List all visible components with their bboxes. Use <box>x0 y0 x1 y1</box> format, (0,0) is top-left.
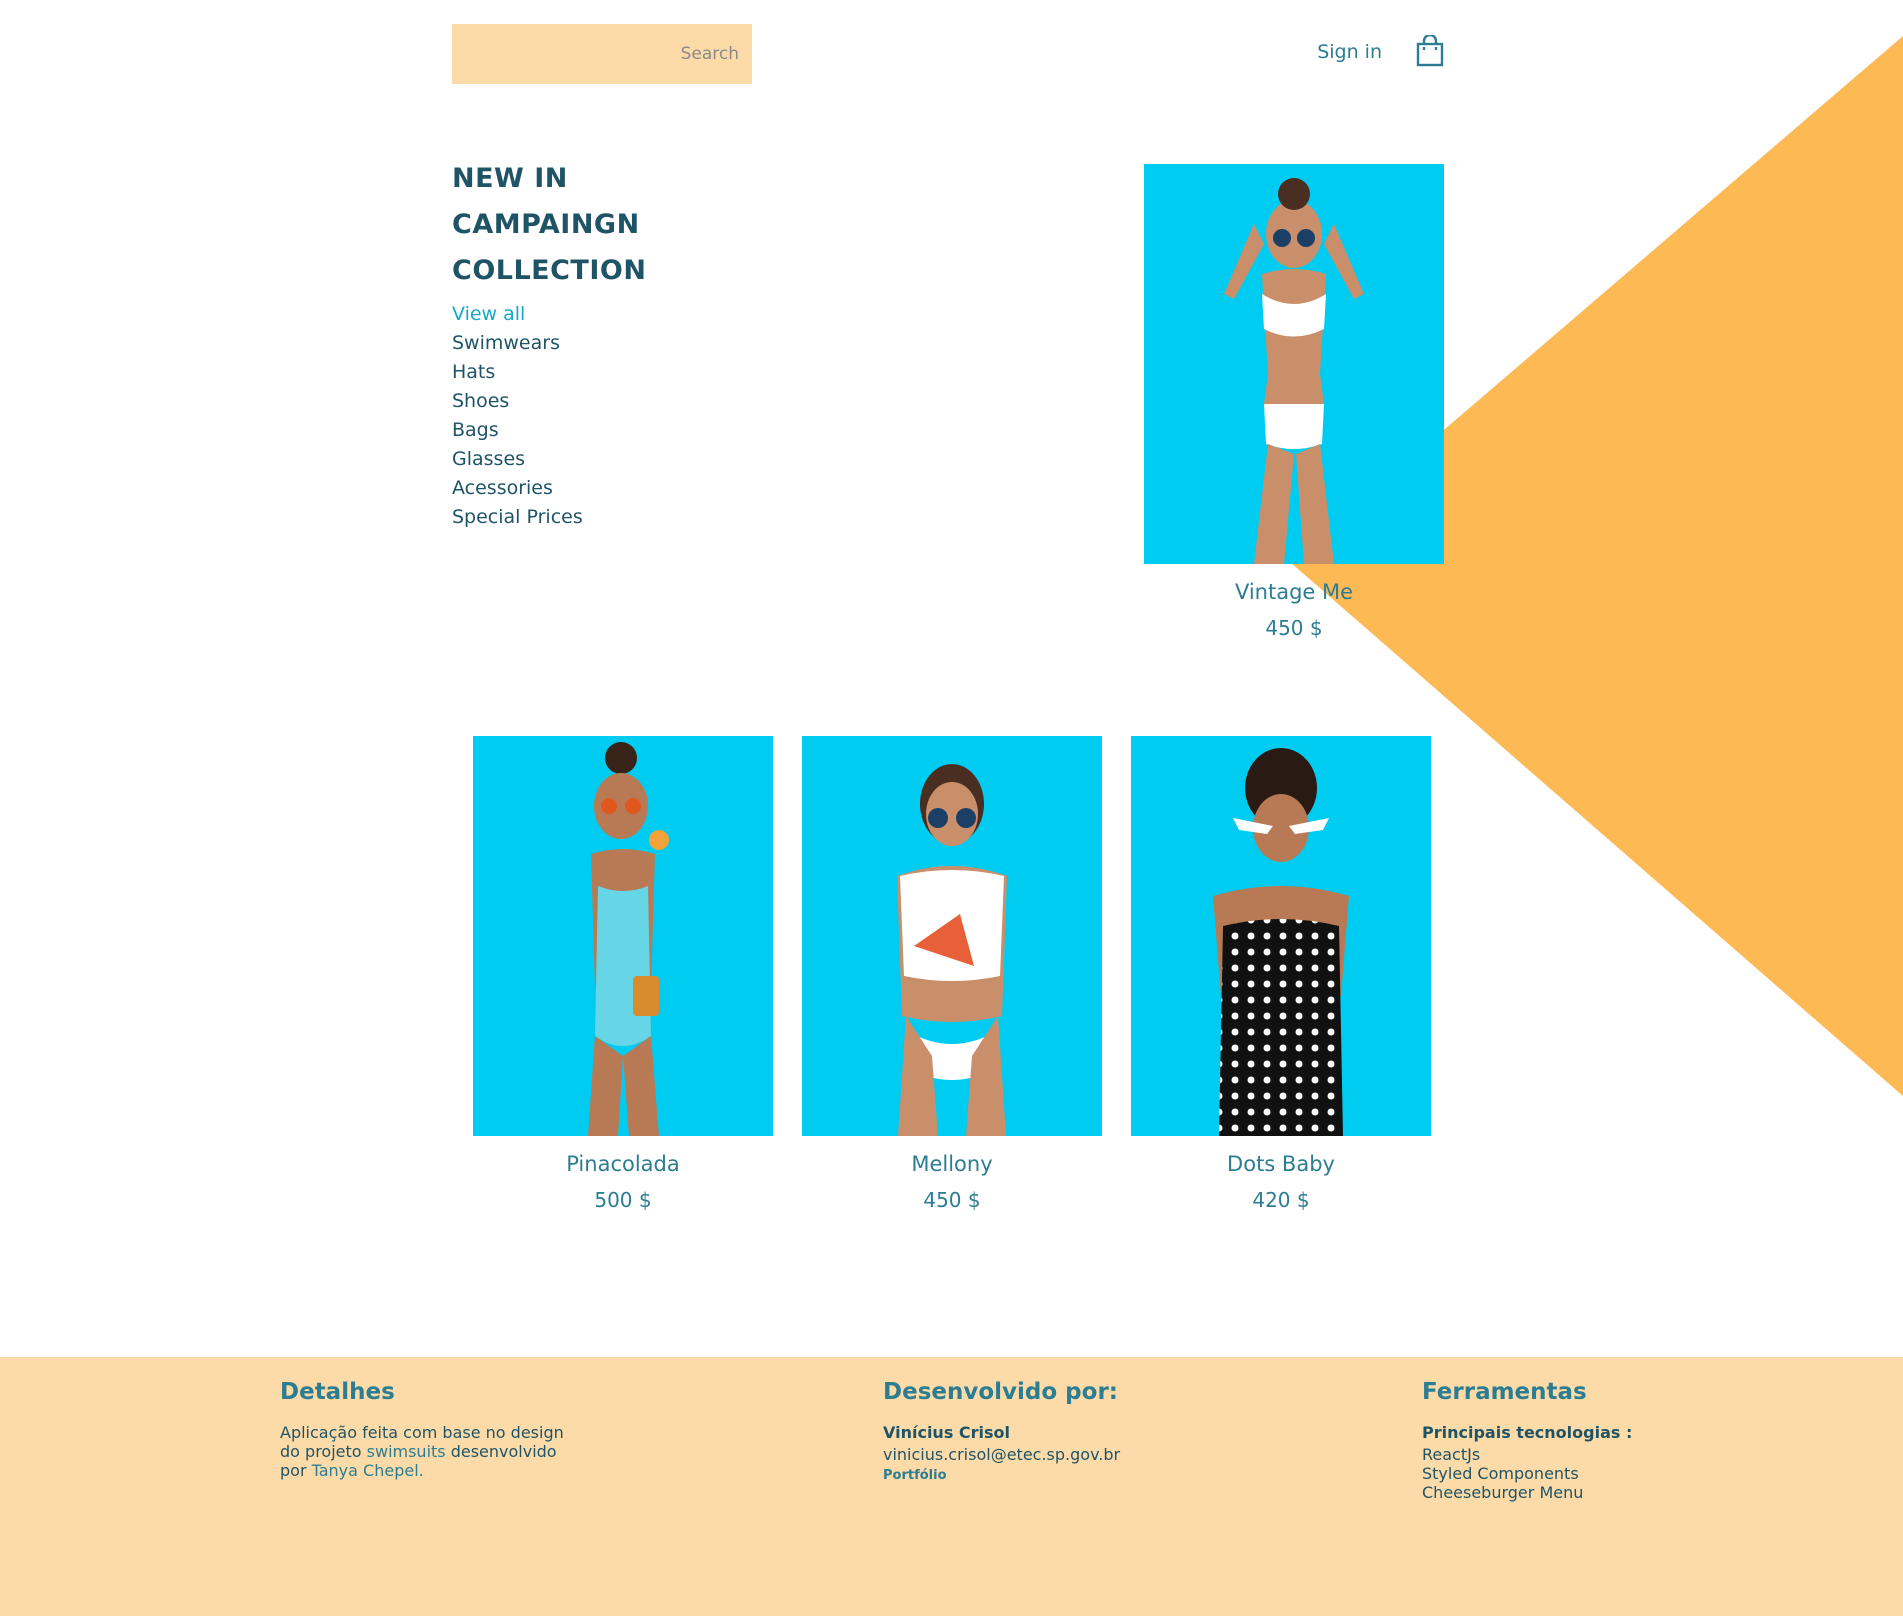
product-name[interactable]: Pinacolada <box>473 1152 773 1176</box>
product-price: 450 $ <box>1265 616 1323 640</box>
menu-item-special-prices[interactable]: Special Prices <box>452 503 646 532</box>
product-name[interactable]: Dots Baby <box>1131 1152 1431 1176</box>
author-link[interactable]: Tanya Chepel. <box>312 1461 424 1480</box>
menu-item-swimwears[interactable]: Swimwears <box>452 329 646 358</box>
product-price: 420 $ <box>1252 1188 1310 1212</box>
tool-item: Cheeseburger Menu <box>1422 1483 1584 1502</box>
menu-item-hats[interactable]: Hats <box>452 358 646 387</box>
menu-item-acessories[interactable]: Acessories <box>452 474 646 503</box>
product-card: Pinacolada 500 $ <box>473 736 773 1212</box>
product-photo[interactable] <box>473 736 773 1136</box>
portfolio-link[interactable]: Portfólio <box>883 1468 947 1483</box>
shopping-bag-icon[interactable] <box>1416 35 1444 67</box>
developer-email: vinicius.crisol@etec.sp.gov.br <box>883 1445 1121 1464</box>
tool-item: ReactJs <box>1422 1445 1481 1464</box>
tools-subtitle: Principais tecnologias : <box>1422 1423 1633 1442</box>
category-list: View all Swimwears Hats Shoes Bags Glass… <box>452 300 646 532</box>
menu-item-view-all[interactable]: View all <box>452 300 646 329</box>
product-card: Dots Baby 420 $ <box>1131 736 1431 1212</box>
product-photo[interactable] <box>1144 164 1444 564</box>
menu-item-shoes[interactable]: Shoes <box>452 387 646 416</box>
tool-item: Styled Components <box>1422 1464 1579 1483</box>
product-photo[interactable] <box>802 736 1102 1136</box>
sign-in-link[interactable]: Sign in <box>1317 41 1382 63</box>
product-name[interactable]: Vintage Me <box>1144 580 1444 604</box>
search-box <box>452 24 752 84</box>
top-header: Sign in <box>452 24 1444 84</box>
footer-tools: Ferramentas Principais tecnologias : Rea… <box>1422 1379 1632 1502</box>
product-name[interactable]: Mellony <box>802 1152 1102 1176</box>
footer-details-title: Detalhes <box>280 1379 395 1405</box>
menu-item-glasses[interactable]: Glasses <box>452 445 646 474</box>
product-price: 500 $ <box>594 1188 652 1212</box>
product-card: Vintage Me 450 $ <box>1144 164 1444 640</box>
footer-developer: Desenvolvido por: Vinícius Crisol vinici… <box>883 1379 1120 1483</box>
search-input[interactable] <box>452 24 752 84</box>
product-price: 450 $ <box>923 1188 981 1212</box>
project-link[interactable]: swimsuits <box>367 1442 446 1461</box>
developer-name: Vinícius Crisol <box>883 1423 1011 1442</box>
footer-developer-title: Desenvolvido por: <box>883 1379 1118 1405</box>
footer-details-text: Aplicação feita com base no design do pr… <box>280 1423 564 1480</box>
product-card: Mellony 450 $ <box>802 736 1102 1212</box>
footer-tools-title: Ferramentas <box>1422 1379 1587 1405</box>
footer-details: Detalhes Aplicação feita com base no des… <box>280 1379 564 1480</box>
category-menu: NEW IN CAMPAINGN COLLECTION View all Swi… <box>452 156 646 532</box>
page-footer: Detalhes Aplicação feita com base no des… <box>0 1357 1903 1616</box>
heading-collection: COLLECTION <box>452 255 647 286</box>
menu-item-bags[interactable]: Bags <box>452 416 646 445</box>
heading-new-in: NEW IN <box>452 163 568 194</box>
product-photo[interactable] <box>1131 736 1431 1136</box>
heading-campaign: CAMPAINGN <box>452 209 640 240</box>
